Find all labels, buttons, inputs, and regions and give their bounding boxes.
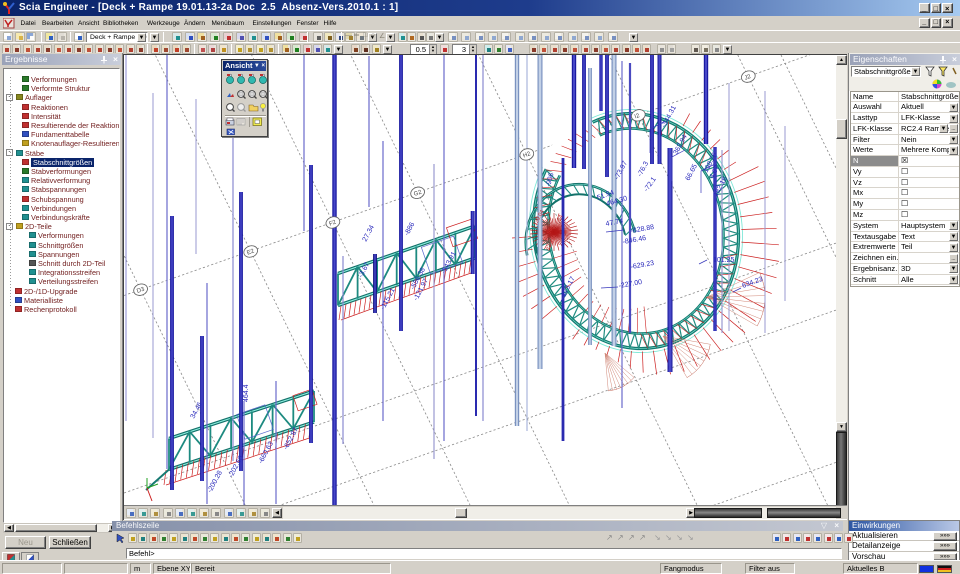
svg-text:-3.67: -3.67 bbox=[358, 261, 372, 278]
svg-text:-846.46: -846.46 bbox=[622, 235, 647, 246]
svg-text:-200.28: -200.28 bbox=[207, 470, 224, 494]
svg-text:47.74: 47.74 bbox=[605, 218, 624, 228]
svg-text:27.34: 27.34 bbox=[362, 224, 376, 243]
svg-text:101.25: 101.25 bbox=[713, 257, 735, 264]
svg-text:66.65: 66.65 bbox=[685, 163, 699, 182]
svg-text:-886: -886 bbox=[404, 221, 417, 237]
svg-text:464.4: 464.4 bbox=[243, 384, 250, 402]
svg-text:634.23: 634.23 bbox=[741, 276, 764, 290]
svg-text:-629.23: -629.23 bbox=[630, 260, 655, 271]
svg-text:-906: -906 bbox=[545, 172, 555, 187]
svg-text:-72.1: -72.1 bbox=[643, 176, 658, 193]
svg-text:-76.3: -76.3 bbox=[637, 160, 651, 177]
